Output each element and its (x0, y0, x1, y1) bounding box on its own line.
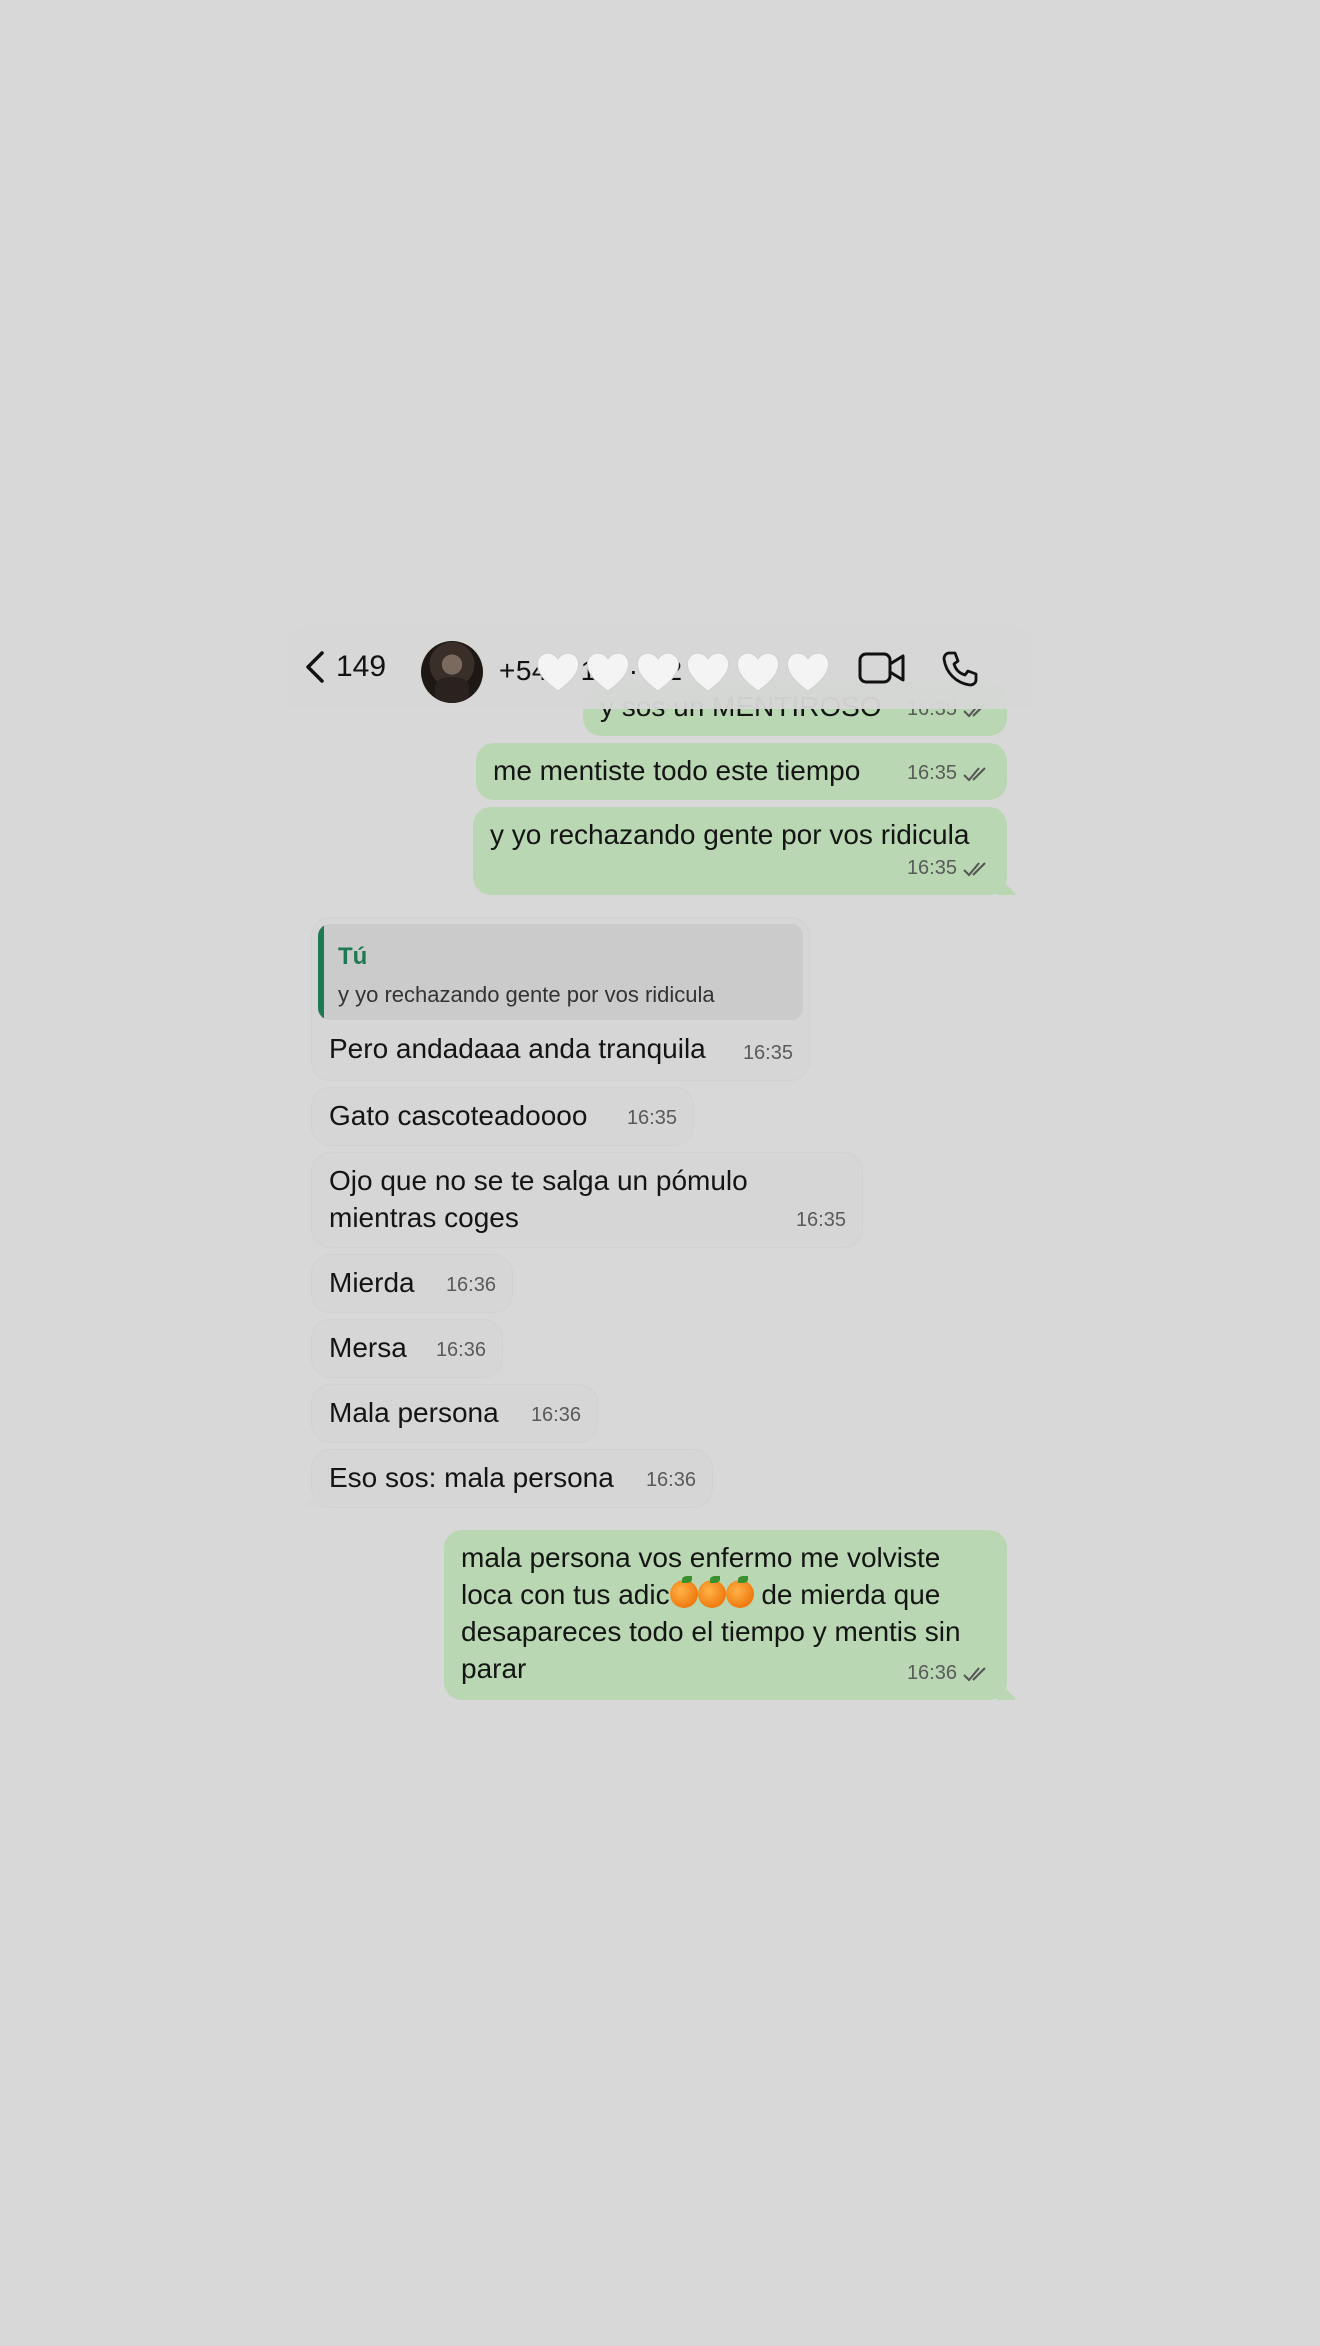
back-button[interactable]: 149 (304, 647, 386, 687)
white-heart-icon (686, 652, 730, 692)
video-call-icon[interactable] (858, 651, 906, 685)
white-heart-icon (536, 652, 580, 692)
message-meta: 16:35 (743, 1035, 793, 1072)
message-text: Pero andadaaa anda tranquila (329, 1033, 706, 1064)
message-text: me mentiste todo este tiempo (493, 755, 861, 786)
quoted-message[interactable]: Tú y yo rechazando gente por vos ridicul… (318, 924, 803, 1020)
quote-author: Tú (338, 943, 368, 970)
message-time: 16:36 (435, 1339, 486, 1361)
message-bubble-incoming[interactable]: Gato cascoteadoooo 16:35 (312, 1088, 693, 1145)
message-meta: 16:36 (646, 1462, 696, 1499)
message-time: 16:36 (645, 1469, 696, 1491)
quote-text: y yo rechazando gente por vos ridicula (338, 982, 715, 1007)
message-meta: 16:36 (531, 1397, 581, 1434)
message-bubble-outgoing[interactable]: me mentiste todo este tiempo 16:35 (476, 743, 1007, 800)
message-time: 16:35 (906, 857, 957, 879)
message-text-line: mala persona vos enfermo me volviste (461, 1542, 941, 1573)
message-bubble-incoming[interactable]: Eso sos: mala persona 16:36 (312, 1450, 712, 1507)
message-text-line: Ojo que no se te salga un pómulo (329, 1165, 748, 1196)
white-hearts-overlay (534, 649, 832, 693)
message-bubble-incoming[interactable]: Mierda 16:36 (312, 1255, 512, 1312)
message-meta: 16:35 (907, 850, 991, 887)
message-bubble-incoming[interactable]: Mala persona 16:36 (312, 1385, 597, 1442)
message-text-fragment: loca con tus adic (461, 1579, 670, 1610)
quote-accent-bar (318, 924, 324, 1020)
message-text: mala persona vos enfermo me volviste loc… (461, 1539, 961, 1687)
message-time: 16:36 (530, 1404, 581, 1426)
message-time: 16:35 (626, 1107, 677, 1129)
message-text: Mala persona (329, 1397, 499, 1428)
message-text-line: desapareces todo el tiempo y mentis sin (461, 1616, 961, 1647)
white-heart-icon (736, 652, 780, 692)
message-text: Mierda (329, 1267, 415, 1298)
white-heart-icon (636, 652, 680, 692)
message-bubble-outgoing[interactable]: mala persona vos enfermo me volviste loc… (444, 1530, 1007, 1700)
orange-emoji-icon (669, 1576, 698, 1608)
message-text-line: loca con tus adic de mierda que (461, 1576, 961, 1613)
double-check-icon (963, 766, 986, 781)
chat-header: 149 +54 9 11 ···· 2 6 (286, 625, 1034, 709)
message-text: Mersa (329, 1332, 407, 1363)
message-text: Gato cascoteadoooo (329, 1100, 588, 1131)
message-bubble-incoming[interactable]: Ojo que no se te salga un pómulo mientra… (312, 1153, 862, 1247)
message-text: Eso sos: mala persona (329, 1462, 614, 1493)
white-heart-icon (786, 652, 830, 692)
unread-count: 149 (336, 650, 387, 683)
white-heart-icon (586, 652, 630, 692)
message-meta: 16:36 (436, 1332, 486, 1369)
double-check-icon (963, 861, 986, 876)
message-meta: 16:35 (796, 1202, 846, 1239)
message-time: 16:35 (906, 762, 957, 784)
message-time: 16:36 (445, 1274, 496, 1296)
message-text-fragment: de mierda que (753, 1579, 941, 1610)
orange-emoji-icon (725, 1576, 754, 1608)
message-bubble-incoming[interactable]: Mersa 16:36 (312, 1320, 502, 1377)
message-text: Ojo que no se te salga un pómulo mientra… (329, 1162, 748, 1236)
message-meta: 16:36 (446, 1267, 496, 1304)
message-text-line: parar (461, 1653, 527, 1684)
message-time: 16:36 (906, 1662, 957, 1684)
message-meta: 16:36 (907, 1655, 991, 1692)
message-time: 16:35 (742, 1042, 793, 1064)
message-bubble-outgoing[interactable]: y yo rechazando gente por vos ridicula 1… (473, 807, 1007, 895)
double-check-icon (963, 1666, 986, 1681)
message-time: 16:35 (795, 1209, 846, 1231)
message-text: y yo rechazando gente por vos ridicula (490, 819, 970, 850)
chevron-left-icon (306, 651, 324, 683)
contact-avatar[interactable] (421, 641, 483, 703)
phone-call-icon[interactable] (940, 649, 980, 689)
message-meta: 16:35 (627, 1100, 677, 1137)
message-text-line: mientras coges (329, 1202, 519, 1233)
message-meta: 16:35 (907, 755, 991, 792)
orange-emoji-icon (697, 1576, 726, 1608)
message-bubble-incoming-reply[interactable]: Tú y yo rechazando gente por vos ridicul… (312, 918, 809, 1080)
